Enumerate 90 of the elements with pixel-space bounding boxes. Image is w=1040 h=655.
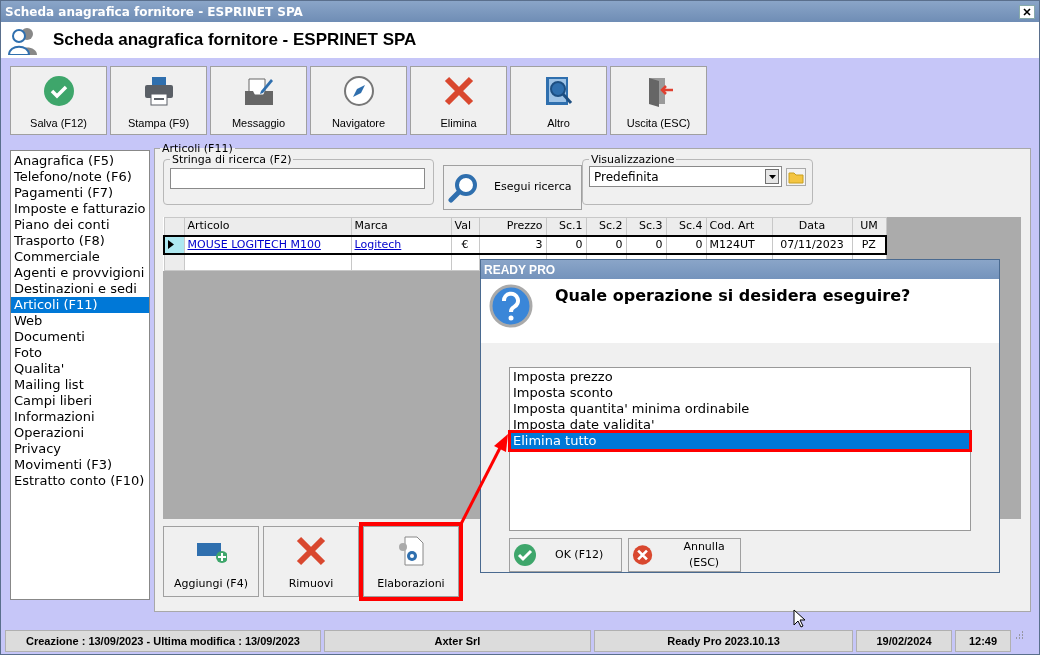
column-header[interactable]: Prezzo: [479, 217, 546, 236]
sidebar-item[interactable]: Documenti: [11, 329, 149, 345]
dialog-button[interactable]: Annulla (ESC): [628, 538, 741, 572]
field-label: Stringa di ricerca (F2): [171, 153, 293, 166]
close-button[interactable]: [1019, 4, 1035, 19]
sidebar-item[interactable]: Commerciale: [11, 249, 149, 265]
status-text: 12:49: [955, 630, 1011, 652]
sidebar-item[interactable]: Telefono/note (F6): [11, 169, 149, 185]
x-circle-icon: [632, 543, 654, 567]
user-group-icon: [7, 25, 39, 55]
table-cell: M124UT: [706, 235, 772, 254]
mouse-pointer-icon: [793, 609, 805, 628]
status-text: 19/02/2024: [856, 630, 952, 652]
page-heading: Scheda anagrafica fornitore - ESPRINET SPA: [53, 29, 417, 52]
column-header[interactable]: Data: [772, 217, 852, 236]
sidebar-item[interactable]: Operazioni: [11, 425, 149, 441]
dialog-button[interactable]: OK (F12): [509, 538, 622, 572]
action-button[interactable]: Aggiungi (F4): [163, 526, 259, 597]
printer-icon: [142, 75, 175, 107]
sidebar-item[interactable]: Trasporto (F8): [11, 233, 149, 249]
list-item[interactable]: Imposta prezzo: [511, 369, 969, 385]
column-header[interactable]: Sc.2: [586, 217, 626, 236]
table-cell: 07/11/2023: [772, 235, 852, 254]
sidebar-item[interactable]: Pagamenti (F7): [11, 185, 149, 201]
table-cell: €: [451, 235, 479, 254]
column-header[interactable]: Val: [451, 217, 479, 236]
view-dropdown[interactable]: Predefinita: [589, 166, 782, 187]
toolbar-button[interactable]: Altro: [510, 66, 607, 135]
column-header[interactable]: UM: [852, 217, 886, 236]
toolbar-button[interactable]: Navigatore: [310, 66, 407, 135]
folder-button[interactable]: [786, 167, 806, 186]
resize-grip-icon: [1014, 630, 1024, 640]
window-title: Scheda anagrafica fornitore - ESPRINET SPA: [5, 3, 303, 21]
toolbar-button[interactable]: Salva (F12): [10, 66, 107, 135]
table-cell: 3: [479, 235, 546, 254]
list-item[interactable]: Elimina tutto: [511, 433, 969, 449]
toolbar-button[interactable]: Uscita (ESC): [610, 66, 707, 135]
list-item[interactable]: Imposta sconto: [511, 385, 969, 401]
column-header[interactable]: Sc.4: [666, 217, 706, 236]
sidebar-item[interactable]: Mailing list: [11, 377, 149, 393]
sidebar-item[interactable]: Informazioni: [11, 409, 149, 425]
column-header[interactable]: Cod. Art: [706, 217, 772, 236]
column-header[interactable]: Marca: [351, 217, 451, 236]
table-cell: 0: [586, 235, 626, 254]
sidebar-item[interactable]: Campi liberi: [11, 393, 149, 409]
status-text: Axter Srl: [324, 630, 591, 652]
inbox-pen-icon: [242, 75, 275, 107]
table-cell: PZ: [852, 235, 886, 254]
column-header[interactable]: Sc.3: [626, 217, 666, 236]
dialog-title: READY PRO: [481, 260, 999, 279]
sidebar-item[interactable]: Agenti e provvigioni: [11, 265, 149, 281]
folder-icon: [786, 167, 806, 186]
x-icon: [295, 535, 327, 567]
sidebar-item[interactable]: Movimenti (F3): [11, 457, 149, 473]
table-cell: 0: [666, 235, 706, 254]
check-circle-icon: [513, 543, 537, 567]
sidebar-item[interactable]: Articoli (F11): [11, 297, 149, 313]
toolbar-button[interactable]: Elimina: [410, 66, 507, 135]
status-text: Ready Pro 2023.10.13: [594, 630, 853, 652]
list-item[interactable]: Imposta date validita': [511, 417, 969, 433]
field-label: Visualizzazione: [590, 153, 676, 166]
column-header[interactable]: Articolo: [184, 217, 351, 236]
toolbar-button[interactable]: Messaggio: [210, 66, 307, 135]
caret-icon: [768, 174, 776, 179]
x-icon: [442, 75, 475, 107]
sidebar-item[interactable]: Web: [11, 313, 149, 329]
sidebar-item[interactable]: Imposte e fatturazio: [11, 201, 149, 217]
sidebar-item[interactable]: Foto: [11, 345, 149, 361]
sidebar-item[interactable]: Destinazioni e sedi: [11, 281, 149, 297]
sidebar-item[interactable]: Estratto conto (F10): [11, 473, 149, 489]
check-circle-icon: [42, 75, 75, 107]
close-icon: [1023, 7, 1031, 16]
compass-icon: [342, 75, 375, 107]
toolbar-button[interactable]: Stampa (F9): [110, 66, 207, 135]
list-item[interactable]: Imposta quantita' minima ordinabile: [511, 401, 969, 417]
action-button[interactable]: Rimuovi: [263, 526, 359, 597]
sidebar-item[interactable]: Qualita': [11, 361, 149, 377]
search-field[interactable]: [170, 168, 425, 189]
table-cell: 0: [546, 235, 586, 254]
sidebar-item[interactable]: Anagrafica (F5): [11, 153, 149, 169]
column-header[interactable]: Sc.1: [546, 217, 586, 236]
sidebar-item[interactable]: Privacy: [11, 441, 149, 457]
search-button[interactable]: Esegui ricerca: [443, 165, 582, 210]
sidebar-item[interactable]: Piano dei conti: [11, 217, 149, 233]
question-icon: [489, 284, 533, 328]
status-text: Creazione : 13/09/2023 - Ultima modifica : 13/09/2023: [5, 630, 321, 652]
dialog-question: Quale operazione si desidera eseguire?: [555, 285, 911, 307]
panel-title: Articoli (F11): [161, 142, 233, 155]
search-icon: [448, 172, 478, 203]
table-cell: 0: [626, 235, 666, 254]
